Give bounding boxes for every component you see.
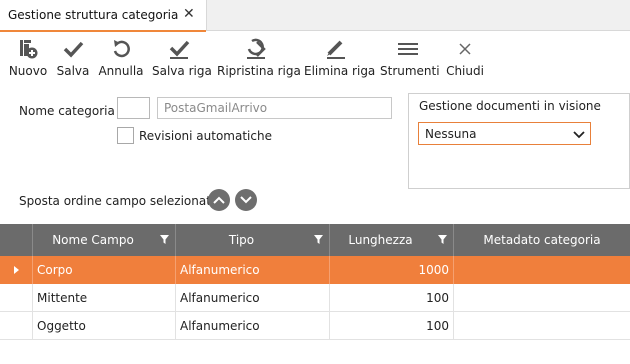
row-indicator [0,312,33,340]
cell-tipo[interactable]: Alfanumerico [176,284,330,312]
column-header-label: Metadato categoria [483,233,601,247]
campi-grid: Nome Campo Tipo Lunghezza Metadato categ… [0,224,630,364]
chiudi-label: Chiudi [446,64,484,78]
gestione-documenti-value: Nessuna [425,127,477,141]
restore-row-icon [217,38,295,64]
column-header-metadato-categoria[interactable]: Metadato categoria [454,224,630,256]
grid-header: Nome Campo Tipo Lunghezza Metadato categ… [0,224,630,256]
gestione-documenti-select[interactable]: Nessuna [418,122,591,145]
current-row-icon [14,266,19,274]
chiudi-button[interactable]: Chiudi [446,36,484,82]
menu-icon [380,38,436,64]
nuovo-button[interactable]: Nuovo [6,36,50,82]
cell-tipo[interactable]: Alfanumerico [176,256,330,284]
filter-icon[interactable] [438,235,447,244]
undo-icon [98,38,144,64]
row-indicator [0,256,33,284]
cell-lunghezza[interactable]: 100 [330,284,454,312]
annulla-button[interactable]: Annulla [98,36,144,82]
move-up-button[interactable] [208,189,230,211]
ripristina-riga-button[interactable]: Ripristina riga [217,36,301,82]
column-header-lunghezza[interactable]: Lunghezza [330,224,454,256]
column-header-nome-campo[interactable]: Nome Campo [33,224,176,256]
cell-nome-campo[interactable]: Oggetto [33,312,176,340]
filter-icon[interactable] [314,235,323,244]
close-icon [446,38,484,64]
table-row[interactable]: Mittente Alfanumerico 100 [0,284,630,312]
column-header-label: Tipo [228,233,255,247]
salva-label: Salva [56,64,90,78]
salva-button[interactable]: Salva [55,36,91,82]
column-header-tipo[interactable]: Tipo [176,224,330,256]
tab-strip: Gestione struttura categoria ✕ [0,0,630,32]
row-indicator [0,284,33,312]
tab-title: Gestione struttura categoria [8,8,179,22]
cell-metadato-categoria[interactable] [454,312,630,340]
annulla-label: Annulla [98,64,144,78]
chevron-down-icon [240,196,252,204]
cell-nome-campo[interactable]: Corpo [33,256,176,284]
strumenti-button[interactable]: Strumenti [380,36,440,82]
save-row-icon [152,38,206,64]
salva-riga-label: Salva riga [152,64,212,78]
column-header-label: Nome Campo [52,233,134,247]
checkmark-icon [55,38,91,64]
category-code-field[interactable] [117,97,150,119]
new-document-icon [6,38,50,64]
cell-nome-campo[interactable]: Mittente [33,284,176,312]
close-icon[interactable]: ✕ [183,6,195,22]
cell-metadato-categoria[interactable] [454,256,630,284]
cell-lunghezza[interactable]: 100 [330,312,454,340]
sposta-ordine-label: Sposta ordine campo selezionato [19,194,219,208]
filter-icon[interactable] [160,235,169,244]
strumenti-label: Strumenti [380,64,440,78]
row-indicator-header [0,224,33,256]
table-row[interactable]: Corpo Alfanumerico 1000 [0,256,630,284]
toolbar: Nuovo Salva Annulla Salva riga Ripristin… [0,32,630,84]
move-down-button[interactable] [235,189,257,211]
chevron-down-icon [573,129,585,143]
cell-lunghezza[interactable]: 1000 [330,256,454,284]
ripristina-riga-label: Ripristina riga [217,64,301,78]
revisioni-automatiche-label: Revisioni automatiche [139,129,272,143]
revisioni-automatiche-checkbox[interactable] [117,127,134,144]
tab-gestione-struttura-categoria[interactable]: Gestione struttura categoria ✕ [0,0,207,32]
delete-row-icon [304,38,368,64]
nuovo-label: Nuovo [8,64,48,78]
elimina-riga-button[interactable]: Elimina riga [304,36,376,82]
nome-categoria-label: Nome categoria [19,104,115,118]
gestione-documenti-label: Gestione documenti in visione [419,99,601,113]
table-row[interactable]: Oggetto Alfanumerico 100 [0,312,630,340]
category-name-field[interactable]: PostaGmailArrivo [157,97,392,119]
cell-metadato-categoria[interactable] [454,284,630,312]
cell-tipo[interactable]: Alfanumerico [176,312,330,340]
chevron-up-icon [213,196,225,204]
elimina-riga-label: Elimina riga [304,64,376,78]
salva-riga-button[interactable]: Salva riga [152,36,212,82]
column-header-label: Lunghezza [348,233,413,247]
